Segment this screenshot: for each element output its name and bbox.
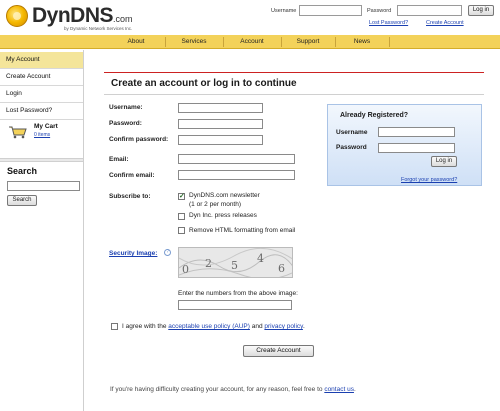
captcha-input[interactable] xyxy=(178,300,292,310)
page-title: Create an account or log in to continue xyxy=(111,78,297,89)
registered-username-input[interactable] xyxy=(378,127,455,137)
security-image-label[interactable]: Security Image: xyxy=(109,250,157,257)
header-lost-password-link[interactable]: Lost Password? xyxy=(369,20,408,26)
agree-suffix: . xyxy=(302,323,305,330)
remove-html-checkbox[interactable] xyxy=(178,227,185,234)
newsletter-frequency: (1 or 2 per month) xyxy=(189,201,242,208)
nav-account[interactable]: Account xyxy=(224,35,280,49)
help-icon[interactable]: ? xyxy=(164,249,171,256)
search-input[interactable] xyxy=(7,181,80,191)
press-releases-checkbox[interactable] xyxy=(178,213,185,220)
captcha-hint: Enter the numbers from the above image: xyxy=(178,290,298,297)
search-heading: Search xyxy=(7,166,38,176)
forgot-password-link[interactable]: Forgot your password? xyxy=(401,177,457,183)
agree-checkbox[interactable] xyxy=(111,323,118,330)
logo-tagline: by Dynamic Network Services Inc. xyxy=(64,26,133,31)
username-label: Username: xyxy=(109,104,143,111)
shopping-cart-icon[interactable] xyxy=(8,125,28,139)
search-button[interactable]: Search xyxy=(7,195,37,206)
cart-items-link[interactable]: 0 items xyxy=(34,132,50,138)
nav-news[interactable]: News xyxy=(336,35,388,49)
header-username-input[interactable] xyxy=(299,5,362,16)
sidebar: My Account Create Account Login Lost Pas… xyxy=(0,50,84,411)
nav-separator xyxy=(389,37,390,47)
newsletter-checkbox[interactable] xyxy=(178,192,185,200)
newsletter-label: DynDNS.com newsletter xyxy=(189,192,260,199)
sidebar-item-create-account[interactable]: Create Account xyxy=(0,69,83,86)
header-create-account-link[interactable]: Create Account xyxy=(426,20,464,26)
contact-us-link[interactable]: contact us xyxy=(324,386,354,393)
agree-and: and xyxy=(251,323,263,330)
confirm-email-input[interactable] xyxy=(178,170,295,180)
username-input[interactable] xyxy=(178,103,263,113)
registered-password-label: Password xyxy=(336,144,367,151)
captcha-digit: 2 xyxy=(205,257,212,270)
email-label: Email: xyxy=(109,156,129,163)
aup-link[interactable]: acceptable use policy (AUP) xyxy=(168,323,250,330)
agree-statement: I agree with the acceptable use policy (… xyxy=(122,323,305,330)
registered-password-input[interactable] xyxy=(378,143,455,153)
header-password-input[interactable] xyxy=(397,5,462,16)
subscribe-label: Subscribe to: xyxy=(109,193,151,200)
already-registered-title: Already Registered? xyxy=(340,112,409,119)
password-input[interactable] xyxy=(178,119,263,129)
sidebar-item-my-account[interactable]: My Account xyxy=(0,52,83,69)
globe-logo-icon xyxy=(6,5,28,27)
captcha-digit: 6 xyxy=(278,262,285,275)
header-password-label: Password xyxy=(367,8,392,14)
title-bottom-rule xyxy=(104,94,484,95)
registered-username-label: Username xyxy=(336,129,368,136)
registered-login-button[interactable]: Log in xyxy=(431,156,457,167)
confirm-password-label: Confirm password: xyxy=(109,136,169,143)
main-nav: About Services Account Support News xyxy=(0,35,500,49)
footer-end: . xyxy=(353,386,356,393)
confirm-password-input[interactable] xyxy=(178,135,263,145)
header-login-button[interactable]: Log in xyxy=(468,5,494,16)
logo-wordmark: DynDNS.com xyxy=(32,4,133,27)
footer-help-text: If you're having difficulty creating you… xyxy=(110,386,356,393)
nav-about[interactable]: About xyxy=(108,35,164,49)
privacy-policy-link[interactable]: privacy policy xyxy=(264,323,303,330)
captcha-digit: 4 xyxy=(257,252,264,265)
password-label: Password: xyxy=(109,120,142,127)
cart-title: My Cart xyxy=(34,123,58,130)
header-username-label: Username xyxy=(271,8,297,14)
captcha-digit: 0 xyxy=(182,263,189,276)
email-input[interactable] xyxy=(178,154,295,164)
create-account-button[interactable]: Create Account xyxy=(243,345,314,357)
captcha-image: 0 2 5 4 6 xyxy=(178,247,293,278)
dyndns-logo[interactable]: DynDNS.com by Dynamic Network Services I… xyxy=(6,2,136,32)
remove-html-label: Remove HTML formatting from email xyxy=(189,227,296,234)
nav-services[interactable]: Services xyxy=(166,35,222,49)
sidebar-item-lost-password[interactable]: Lost Password? xyxy=(0,103,83,120)
agree-prefix: I agree with the xyxy=(122,323,167,330)
captcha-digit: 5 xyxy=(231,259,238,272)
footer-text: If you're having difficulty creating you… xyxy=(110,386,323,393)
confirm-email-label: Confirm email: xyxy=(109,172,155,179)
press-releases-label: Dyn Inc. press releases xyxy=(189,212,257,219)
nav-support[interactable]: Support xyxy=(282,35,334,49)
title-top-rule xyxy=(104,72,484,73)
sidebar-item-login[interactable]: Login xyxy=(0,86,83,103)
sidebar-divider xyxy=(0,158,83,162)
